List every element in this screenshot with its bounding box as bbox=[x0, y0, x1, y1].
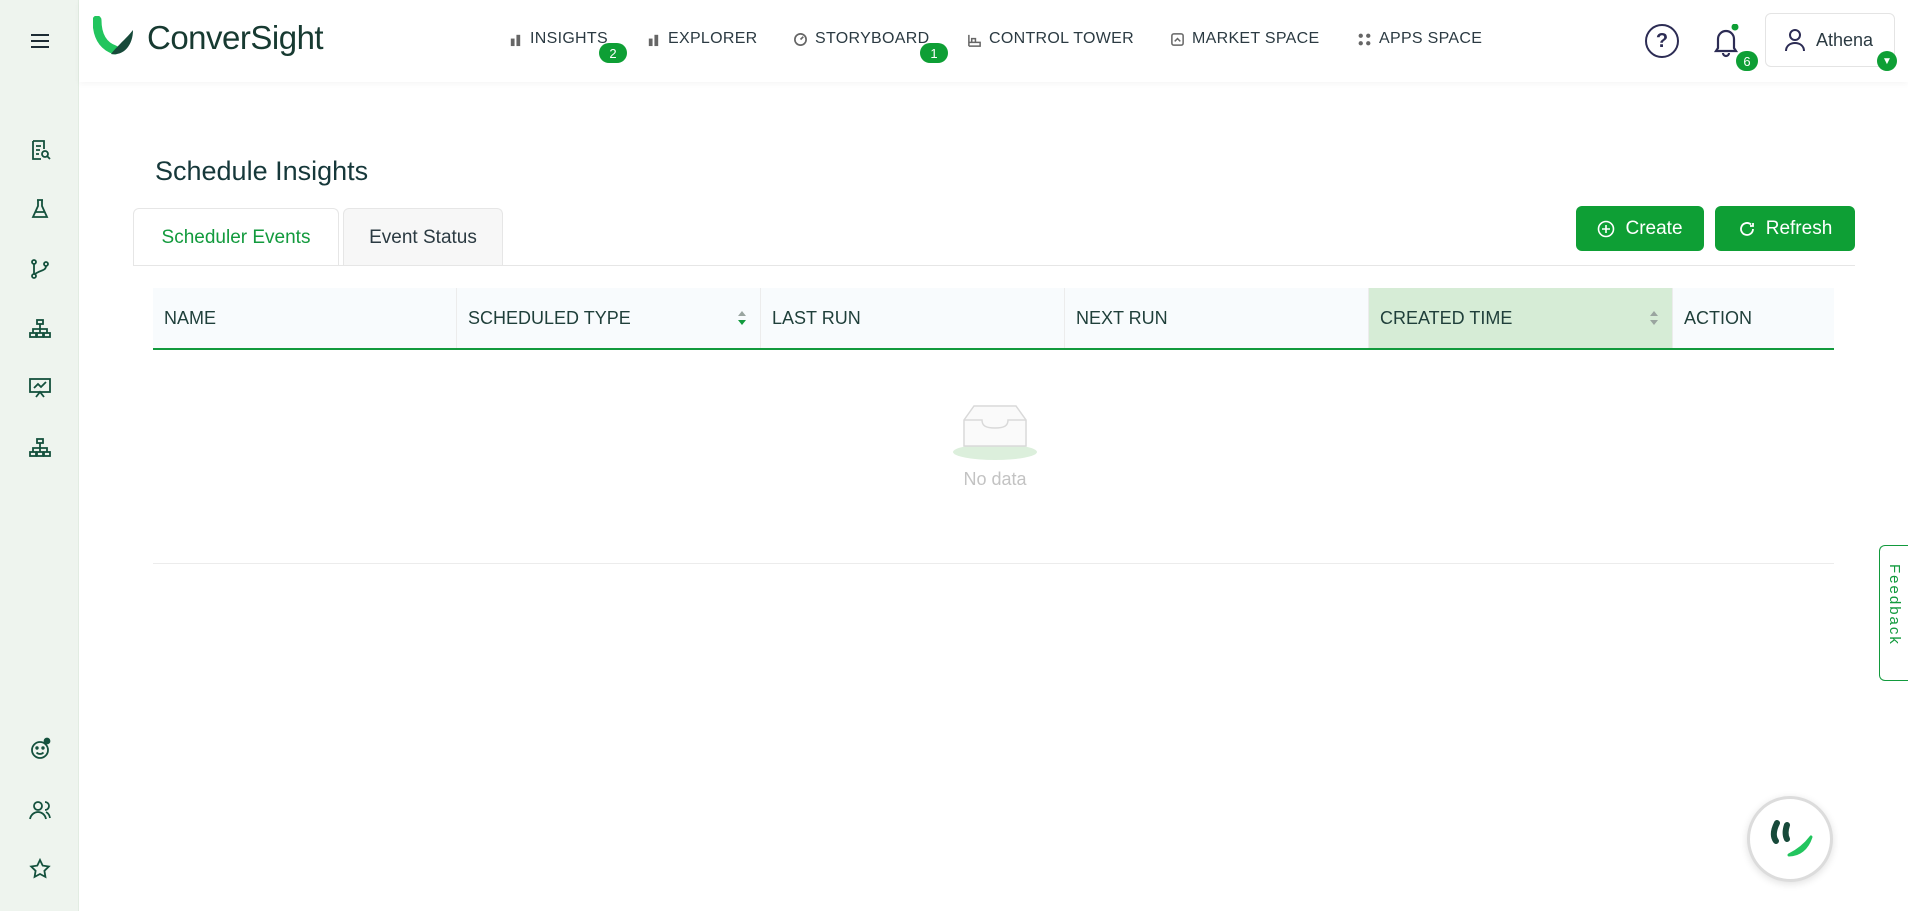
column-last-run-label: LAST RUN bbox=[772, 307, 861, 328]
empty-state-text: No data bbox=[963, 469, 1027, 489]
feedback-label: Feedback bbox=[1886, 564, 1903, 646]
tab-scheduler-events[interactable]: Scheduler Events bbox=[133, 208, 339, 266]
nav-apps-space-label: APPS SPACE bbox=[1379, 30, 1483, 47]
column-name-label: NAME bbox=[164, 307, 217, 328]
tabs-divider bbox=[133, 265, 1855, 266]
nav-market-space[interactable]: MARKET SPACE bbox=[1170, 28, 1319, 50]
nav-control-tower[interactable]: CONTROL TOWER bbox=[967, 28, 1134, 50]
nav-explorer-label: EXPLORER bbox=[668, 30, 758, 47]
hierarchy-icon[interactable] bbox=[24, 313, 56, 345]
user-dropdown-caret-icon[interactable]: ▼ bbox=[1877, 51, 1897, 71]
sort-icon[interactable] bbox=[736, 309, 748, 327]
brand-logo[interactable]: ConverSight bbox=[93, 16, 324, 60]
apps-grid-icon bbox=[1358, 33, 1371, 45]
nav-market-space-label: MARKET SPACE bbox=[1192, 30, 1320, 47]
brand-name: ConverSight bbox=[147, 19, 324, 56]
insights-count-badge: 2 bbox=[599, 43, 627, 63]
left-sidebar bbox=[0, 0, 79, 911]
flask-icon[interactable] bbox=[24, 193, 56, 225]
user-icon bbox=[1785, 29, 1805, 52]
plus-circle-icon bbox=[1598, 220, 1615, 237]
column-created-time-label: CREATED TIME bbox=[1380, 307, 1513, 328]
report-search-icon[interactable] bbox=[24, 134, 56, 166]
nav-explorer[interactable]: EXPLORER bbox=[646, 28, 758, 50]
nav-storyboard-label: STORYBOARD bbox=[815, 30, 930, 47]
column-scheduled-type-label: SCHEDULED TYPE bbox=[468, 307, 631, 328]
storyboard-count-badge: 1 bbox=[920, 43, 948, 63]
column-header-scheduled-type[interactable]: SCHEDULED TYPE bbox=[457, 288, 761, 348]
empty-state: No data bbox=[940, 400, 1050, 490]
refresh-button-label: Refresh bbox=[1765, 217, 1833, 239]
create-button[interactable]: Create bbox=[1576, 206, 1704, 251]
bar-chart-icon bbox=[648, 34, 659, 46]
users-icon[interactable] bbox=[24, 794, 56, 826]
page-title: Schedule Insights bbox=[155, 156, 369, 186]
presentation-chart-icon[interactable] bbox=[24, 372, 56, 404]
column-header-created-time[interactable]: CREATED TIME bbox=[1369, 288, 1673, 348]
branch-icon[interactable] bbox=[24, 253, 56, 285]
help-icon[interactable]: ? bbox=[1645, 24, 1679, 58]
dashboard-gauge-icon bbox=[794, 32, 807, 46]
nav-insights[interactable]: INSIGHTS bbox=[508, 28, 608, 50]
sort-icon[interactable] bbox=[1648, 309, 1660, 327]
hamburger-menu-icon[interactable] bbox=[24, 25, 56, 57]
help-glyph: ? bbox=[1655, 29, 1669, 52]
create-button-label: Create bbox=[1625, 217, 1683, 239]
empty-inbox-icon bbox=[953, 405, 1037, 460]
user-menu[interactable]: Athena bbox=[1765, 13, 1895, 67]
feedback-tab[interactable]: Feedback bbox=[1879, 545, 1908, 681]
nav-insights-label: INSIGHTS bbox=[530, 30, 608, 47]
column-header-name[interactable]: NAME bbox=[153, 288, 457, 348]
refresh-icon bbox=[1739, 221, 1754, 236]
column-header-next-run[interactable]: NEXT RUN bbox=[1065, 288, 1369, 348]
column-action-label: ACTION bbox=[1684, 307, 1753, 328]
nav-control-tower-label: CONTROL TOWER bbox=[989, 30, 1134, 47]
column-next-run-label: NEXT RUN bbox=[1076, 307, 1168, 328]
assistant-face-icon[interactable] bbox=[24, 733, 56, 765]
star-icon[interactable] bbox=[24, 853, 56, 885]
chatbot-launcher-icon[interactable] bbox=[1747, 796, 1833, 882]
conversight-logo-icon bbox=[93, 16, 133, 55]
column-header-action: ACTION bbox=[1673, 288, 1834, 348]
hierarchy-icon-2[interactable] bbox=[24, 432, 56, 464]
refresh-button[interactable]: Refresh bbox=[1715, 206, 1855, 251]
user-name: Athena bbox=[1816, 29, 1874, 50]
tab-event-status[interactable]: Event Status bbox=[343, 208, 503, 266]
store-icon bbox=[1171, 32, 1184, 46]
nav-apps-space[interactable]: APPS SPACE bbox=[1357, 28, 1482, 50]
bar-chart-icon bbox=[510, 34, 521, 46]
notification-count-badge: 6 bbox=[1736, 51, 1758, 71]
column-header-last-run[interactable]: LAST RUN bbox=[761, 288, 1065, 348]
table-header: NAME SCHEDULED TYPE LAST RUN NEXT RUN CR… bbox=[153, 288, 1834, 350]
tower-icon bbox=[968, 34, 981, 47]
nav-storyboard[interactable]: STORYBOARD bbox=[793, 28, 929, 50]
notification-bell-icon[interactable] bbox=[1711, 23, 1741, 58]
table-bottom-divider bbox=[153, 563, 1834, 564]
